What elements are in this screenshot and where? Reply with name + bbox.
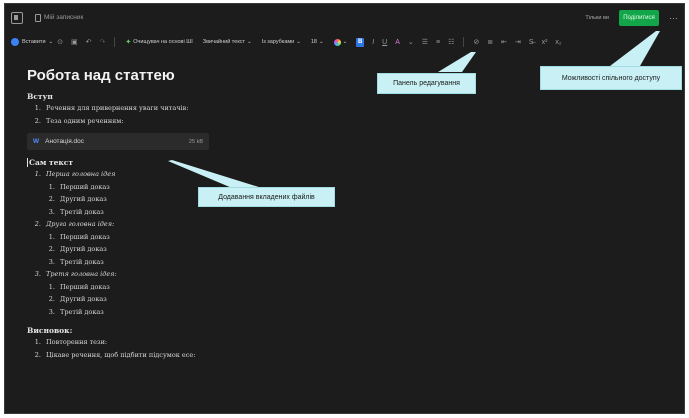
chevron-down-icon: ⌄ bbox=[342, 39, 348, 45]
underline-button[interactable]: U bbox=[382, 39, 387, 46]
list-item[interactable]: 1. Повторення тези: bbox=[27, 336, 447, 349]
sidebar-toggle-icon[interactable] bbox=[11, 11, 23, 24]
indent-icon[interactable]: ⇥ bbox=[515, 38, 521, 46]
chevron-down-icon[interactable]: ⌄ bbox=[408, 38, 414, 46]
notebook-name: Мій записник bbox=[44, 14, 84, 21]
list-item[interactable]: 2. Цікаве речення, щоб підбити підсумок е… bbox=[27, 349, 447, 362]
outdent-icon[interactable]: ⇤ bbox=[501, 38, 507, 46]
list-item[interactable]: 2. Другий доказ bbox=[27, 243, 447, 256]
list-item[interactable]: 3. Третій доказ bbox=[27, 306, 447, 319]
bullet-list-icon[interactable]: ☰ bbox=[422, 38, 428, 46]
superscript-button[interactable]: x² bbox=[542, 39, 548, 46]
font-size-dropdown[interactable]: 18 ⌄ bbox=[311, 39, 324, 45]
text-style-value: Звичайний текст bbox=[202, 39, 246, 45]
color-wheel-icon bbox=[333, 38, 341, 46]
editing-toolbar: Вставити ⌄ ⊙ ▣ ↶ ↷ ✦ Очищувач на основі … bbox=[5, 31, 684, 53]
chevron-down-icon: ⌄ bbox=[48, 39, 54, 45]
toolbar-divider bbox=[463, 37, 465, 47]
plus-icon bbox=[11, 38, 19, 46]
highlight-color-button[interactable]: ⌄ bbox=[333, 38, 348, 46]
top-bar: Мій записник Тільки ви Поділитися ··· bbox=[5, 4, 684, 31]
bold-button[interactable]: B bbox=[356, 37, 365, 47]
insert-label: Вставити bbox=[22, 39, 46, 45]
font-family-dropdown[interactable]: Із зарубками ⌄ bbox=[262, 39, 301, 45]
align-icon[interactable]: ≣ bbox=[487, 38, 493, 46]
italic-button[interactable]: I bbox=[372, 39, 374, 46]
strikethrough-icon[interactable]: S̶ bbox=[529, 39, 534, 46]
checklist-icon[interactable]: ☷ bbox=[448, 38, 454, 46]
ai-cleanup-button[interactable]: ✦ Очищувач на основі ШІ bbox=[125, 38, 192, 46]
toolbar-callout: Панель редагування bbox=[377, 73, 476, 94]
word-file-icon: W bbox=[33, 138, 40, 145]
list-item[interactable]: 1. Перша головна ідея bbox=[27, 168, 447, 181]
list-item[interactable]: 3. Третя головна ідея: bbox=[27, 268, 447, 281]
list-item[interactable]: 1. Перший доказ bbox=[27, 231, 447, 244]
check-circle-icon[interactable]: ⊙ bbox=[57, 38, 63, 46]
share-button[interactable]: Поділитися bbox=[619, 9, 659, 26]
attachment-callout: Додавання вкладених файлів bbox=[198, 187, 335, 207]
calendar-icon[interactable]: ▣ bbox=[71, 38, 78, 46]
attachment-name: Анотація.doc bbox=[45, 138, 85, 145]
list-item[interactable]: 2. Другий доказ bbox=[27, 293, 447, 306]
list-item[interactable]: 2. Теза одним реченням: bbox=[27, 115, 447, 128]
attachment-size: 25 kB bbox=[188, 138, 203, 145]
list-item[interactable]: 3. Третій доказ bbox=[27, 206, 447, 219]
list-item[interactable]: 1. Перший доказ bbox=[27, 281, 447, 294]
list-item[interactable]: 2. Друга головна ідея: bbox=[27, 218, 447, 231]
subscript-button[interactable]: x₂ bbox=[555, 39, 561, 46]
access-status[interactable]: Тільки ви bbox=[585, 15, 609, 21]
share-callout: Можливості спільного доступу bbox=[540, 66, 682, 90]
text-style-dropdown[interactable]: Звичайний текст ⌄ bbox=[203, 39, 252, 45]
notebook-icon bbox=[35, 13, 41, 22]
font-size-value: 18 bbox=[310, 39, 317, 45]
toolbar-divider bbox=[114, 37, 116, 47]
font-family-value: Із зарубками bbox=[261, 39, 295, 45]
notes-app-window: Мій записник Тільки ви Поділитися ··· Вс… bbox=[4, 3, 685, 414]
breadcrumb[interactable]: Мій записник bbox=[35, 13, 84, 22]
list-item[interactable]: 1. Речення для привернення уваги читачів: bbox=[27, 102, 447, 115]
list-item[interactable]: 3. Третій доказ bbox=[27, 256, 447, 269]
ai-cleanup-label: Очищувач на основі ШІ bbox=[133, 39, 193, 45]
redo-icon[interactable]: ↷ bbox=[100, 38, 106, 46]
document-body[interactable]: Робота над статтею Вступ 1. Речення для п… bbox=[27, 67, 447, 361]
file-attachment[interactable]: W Анотація.doc 25 kB bbox=[27, 133, 209, 150]
sparkle-icon: ✦ bbox=[125, 39, 132, 46]
font-color-button[interactable]: A bbox=[395, 39, 400, 46]
more-options-icon[interactable]: ··· bbox=[669, 13, 678, 23]
chevron-down-icon: ⌄ bbox=[247, 39, 252, 45]
section-heading[interactable]: Висновок: bbox=[27, 326, 447, 335]
link-icon[interactable]: ⊘ bbox=[473, 38, 479, 46]
chevron-down-icon: ⌄ bbox=[318, 39, 324, 45]
section-heading[interactable]: Сам текст bbox=[27, 158, 447, 167]
numbered-list-icon[interactable]: ≡ bbox=[436, 39, 440, 46]
insert-button[interactable]: Вставити ⌄ bbox=[11, 38, 53, 46]
undo-icon[interactable]: ↶ bbox=[86, 38, 92, 46]
chevron-down-icon: ⌄ bbox=[296, 39, 301, 45]
